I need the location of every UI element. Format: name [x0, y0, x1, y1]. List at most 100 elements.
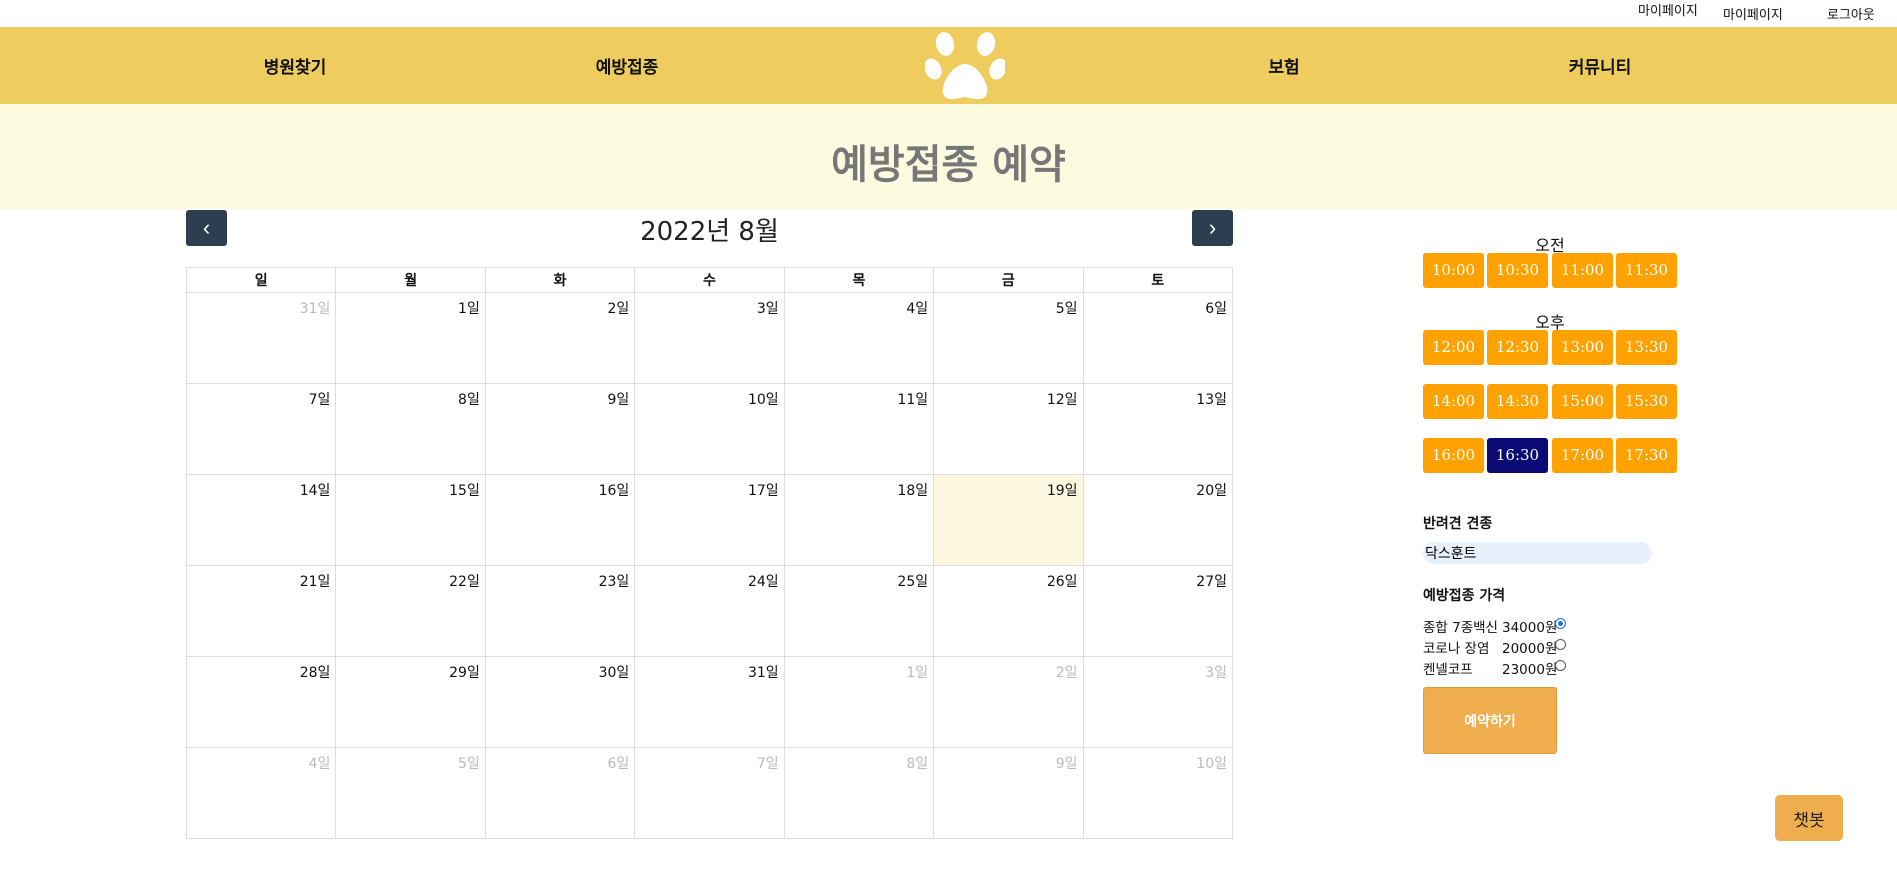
calendar-week: 4일 5일 6일 7일 8일 9일 10일: [185, 747, 1234, 839]
calendar-day[interactable]: 12일: [933, 383, 1084, 475]
calendar-day[interactable]: 5일: [933, 292, 1084, 384]
calendar-day[interactable]: 26일: [933, 565, 1084, 657]
price-option-value: 34000원: [1502, 620, 1558, 636]
chatbot-button[interactable]: 챗봇: [1775, 795, 1843, 841]
mypage-link-small[interactable]: 마이페이지: [1638, 0, 1698, 19]
calendar-day[interactable]: 5일: [335, 747, 486, 839]
weekday-sun: 일: [185, 267, 337, 293]
time-slot[interactable]: 15:30: [1616, 384, 1677, 419]
calendar-grid: 일 월 화 수 목 금 토 31일 1일 2일 3일 4일 5일 6일 7일 8…: [185, 267, 1234, 839]
calendar-day[interactable]: 31일: [185, 292, 337, 384]
calendar-day[interactable]: 8일: [335, 383, 486, 475]
time-slot[interactable]: 11:30: [1616, 253, 1677, 288]
calendar-day[interactable]: 11일: [783, 383, 935, 475]
reserve-button[interactable]: 예약하기: [1423, 687, 1557, 754]
calendar-week: 31일 1일 2일 3일 4일 5일 6일: [185, 292, 1234, 384]
calendar-day[interactable]: 3일: [634, 292, 785, 384]
paw-icon[interactable]: [924, 27, 1007, 104]
time-slot[interactable]: 16:00: [1423, 438, 1484, 473]
calendar-day[interactable]: 6일: [484, 747, 636, 839]
weekday-tue: 화: [484, 267, 636, 293]
weekday-header-row: 일 월 화 수 목 금 토: [185, 267, 1234, 293]
calendar-day[interactable]: 1일: [783, 656, 935, 748]
price-option: 코로나 장염 20000원: [1423, 637, 1557, 657]
nav-community[interactable]: 커뮤니티: [1569, 53, 1632, 78]
nav-hospital[interactable]: 병원찾기: [264, 53, 327, 78]
price-option-value: 20000원: [1502, 641, 1558, 657]
calendar-day[interactable]: 25일: [783, 565, 935, 657]
calendar-week: 28일 29일 30일 31일 1일 2일 3일: [185, 656, 1234, 748]
calendar-day[interactable]: 10일: [634, 383, 785, 475]
price-radio[interactable]: [1555, 660, 1566, 671]
nav-insurance[interactable]: 보험: [1268, 53, 1299, 78]
chevron-right-icon: ›: [1208, 215, 1217, 240]
calendar-day[interactable]: 1일: [335, 292, 486, 384]
price-option: 켄넬코프 23000원: [1423, 658, 1557, 678]
weekday-sat: 토: [1082, 267, 1234, 293]
month-title: 2022년 8월: [640, 217, 779, 247]
calendar-day[interactable]: 6일: [1082, 292, 1234, 384]
calendar-day[interactable]: 24일: [634, 565, 785, 657]
time-slot[interactable]: 14:00: [1423, 384, 1484, 419]
calendar-day[interactable]: 2일: [933, 656, 1084, 748]
calendar-day[interactable]: 22일: [335, 565, 486, 657]
time-slot[interactable]: 10:30: [1487, 253, 1548, 288]
price-option-value: 23000원: [1502, 662, 1558, 678]
calendar-day[interactable]: 18일: [783, 474, 935, 566]
time-slot[interactable]: 12:00: [1423, 330, 1484, 365]
time-slot[interactable]: 17:30: [1616, 438, 1677, 473]
calendar-day[interactable]: 17일: [634, 474, 785, 566]
price-option: 종합 7종백신 34000원: [1423, 616, 1557, 636]
calendar-day-today[interactable]: 19일: [933, 474, 1084, 566]
calendar-day[interactable]: 3일: [1082, 656, 1234, 748]
calendar-day[interactable]: 8일: [783, 747, 935, 839]
calendar-day[interactable]: 13일: [1082, 383, 1234, 475]
calendar-day[interactable]: 7일: [185, 383, 337, 475]
price-radio-checked[interactable]: [1555, 618, 1566, 629]
logout-link[interactable]: 로그아웃: [1827, 4, 1875, 23]
calendar-day[interactable]: 15일: [335, 474, 486, 566]
price-label: 예방접종 가격: [1423, 588, 1506, 604]
calendar-day[interactable]: 27일: [1082, 565, 1234, 657]
time-slot[interactable]: 17:00: [1552, 438, 1613, 473]
weekday-wed: 수: [634, 267, 785, 293]
calendar-day[interactable]: 20일: [1082, 474, 1234, 566]
calendar-day[interactable]: 7일: [634, 747, 785, 839]
calendar-day[interactable]: 9일: [484, 383, 636, 475]
calendar-week: 21일 22일 23일 24일 25일 26일 27일: [185, 565, 1234, 657]
calendar-day[interactable]: 14일: [185, 474, 337, 566]
calendar-day[interactable]: 28일: [185, 656, 337, 748]
calendar-day[interactable]: 16일: [484, 474, 636, 566]
price-option-name: 종합 7종백신: [1423, 620, 1498, 636]
calendar-day[interactable]: 4일: [185, 747, 337, 839]
time-slot-selected[interactable]: 16:30: [1487, 438, 1548, 473]
time-slot[interactable]: 12:30: [1487, 330, 1548, 365]
next-month-button[interactable]: ›: [1192, 210, 1233, 246]
breed-input[interactable]: [1423, 542, 1652, 564]
calendar-day[interactable]: 10일: [1082, 747, 1234, 839]
calendar-day[interactable]: 29일: [335, 656, 486, 748]
time-slot[interactable]: 13:00: [1552, 330, 1613, 365]
breed-label: 반려견 견종: [1423, 516, 1493, 532]
time-slot[interactable]: 15:00: [1552, 384, 1613, 419]
calendar-week: 14일 15일 16일 17일 18일 19일 20일: [185, 474, 1234, 566]
price-option-name: 코로나 장염: [1423, 641, 1490, 657]
calendar-day[interactable]: 4일: [783, 292, 935, 384]
page-banner: 예방접종 예약: [0, 104, 1897, 209]
calendar-day[interactable]: 31일: [634, 656, 785, 748]
calendar-day[interactable]: 23일: [484, 565, 636, 657]
calendar-day[interactable]: 9일: [933, 747, 1084, 839]
calendar-day[interactable]: 2일: [484, 292, 636, 384]
calendar-day[interactable]: 21일: [185, 565, 337, 657]
main-nav: 병원찾기 예방접종 보험 커뮤니티: [0, 27, 1897, 104]
time-slot[interactable]: 14:30: [1487, 384, 1548, 419]
time-slot[interactable]: 13:30: [1616, 330, 1677, 365]
time-slot[interactable]: 10:00: [1423, 253, 1484, 288]
nav-vaccination[interactable]: 예방접종: [596, 53, 659, 78]
price-option-name: 켄넬코프: [1423, 662, 1473, 678]
price-radio[interactable]: [1555, 639, 1566, 650]
weekday-mon: 월: [335, 267, 486, 293]
mypage-link[interactable]: 마이페이지: [1723, 4, 1783, 23]
calendar-day[interactable]: 30일: [484, 656, 636, 748]
time-slot[interactable]: 11:00: [1552, 253, 1613, 288]
